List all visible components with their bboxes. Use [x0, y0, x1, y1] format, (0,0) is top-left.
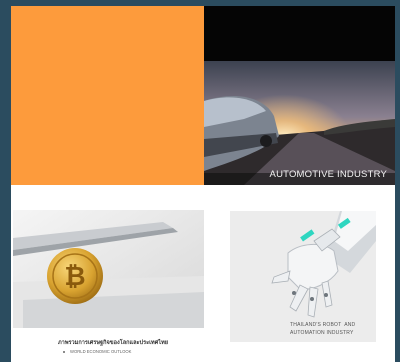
document-bullet: WORLD ECONOMIC OUTLOOK [63, 349, 131, 354]
robot-automation-tile[interactable]: THAILAND'S ROBOT AND AUTOMATION INDUSTRY [230, 211, 376, 342]
document-title: ภาพรวมการเศรษฐกิจของโลกและประเทศไทย [58, 340, 169, 346]
automotive-caption: AUTOMOTIVE INDUSTRY [269, 169, 387, 180]
bitcoin-photo: ₿ [13, 210, 204, 328]
content-panel: AUTOMOTIVE INDUSTRY ₿ ภาพรวมการเศรษฐกิจข… [11, 6, 395, 362]
document-bullet-text: WORLD ECONOMIC OUTLOOK [70, 349, 132, 354]
robot-caption: THAILAND'S ROBOT AND AUTOMATION INDUSTRY [290, 321, 355, 337]
robot-caption-line2: AUTOMATION INDUSTRY [290, 330, 354, 336]
svg-text:₿: ₿ [64, 262, 85, 292]
robot-caption-line1: THAILAND'S ROBOT AND [290, 322, 356, 328]
economic-outlook-tile[interactable]: ₿ ภาพรวมการเศรษฐกิจของโลกและประเทศไทย WO… [13, 210, 204, 362]
orange-banner-tile[interactable] [11, 6, 204, 185]
automotive-industry-tile[interactable]: AUTOMOTIVE INDUSTRY [204, 6, 395, 185]
automotive-photo [204, 61, 395, 185]
bullet-icon [63, 350, 65, 353]
